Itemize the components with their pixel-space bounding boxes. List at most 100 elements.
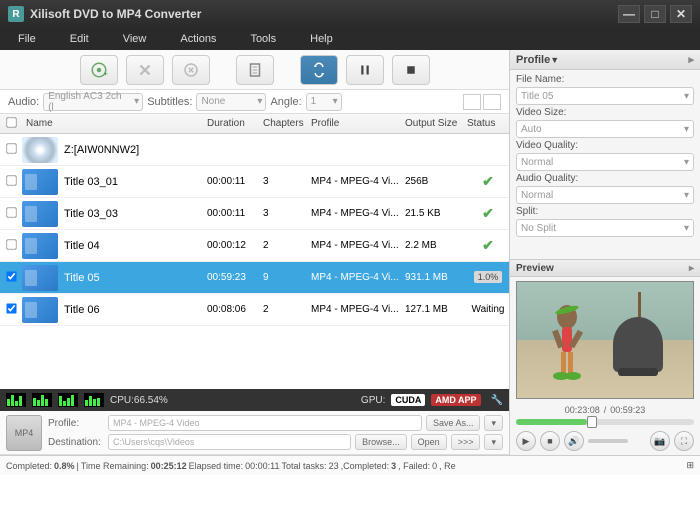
profile-icon: MP4 bbox=[6, 415, 42, 451]
row-name: Z:[AIW0NNW2] bbox=[64, 144, 207, 156]
thumbnail-icon bbox=[22, 297, 58, 323]
character-graphic bbox=[547, 302, 587, 382]
col-chapters[interactable]: Chapters bbox=[263, 118, 311, 129]
select-all-checkbox[interactable] bbox=[6, 117, 16, 127]
menu-help[interactable]: Help bbox=[302, 31, 341, 47]
amd-badge[interactable]: AMD APP bbox=[431, 394, 480, 406]
preview-time: 00:23:08 / 00:59:23 bbox=[510, 403, 700, 417]
nav-button[interactable]: >>> bbox=[451, 434, 481, 450]
col-status[interactable]: Status bbox=[467, 118, 509, 129]
check-icon: ✔ bbox=[482, 205, 494, 221]
row-duration: 00:08:06 bbox=[207, 304, 263, 315]
mute-button[interactable]: 🔊 bbox=[564, 431, 584, 451]
status-expand-icon[interactable]: ⊞ bbox=[686, 460, 694, 471]
row-status: ✔ bbox=[467, 173, 509, 190]
row-checkbox[interactable] bbox=[6, 175, 16, 185]
bell-graphic bbox=[613, 317, 663, 372]
view-grid-button[interactable] bbox=[483, 94, 501, 110]
profile-header[interactable]: Profile▼ ▸ bbox=[510, 50, 700, 70]
clear-button[interactable] bbox=[172, 55, 210, 85]
seek-slider[interactable] bbox=[516, 419, 694, 425]
menu-tools[interactable]: Tools bbox=[242, 31, 284, 47]
audio-select[interactable]: English AC3 2ch (l bbox=[43, 93, 143, 111]
play-button[interactable]: ▶ bbox=[516, 431, 536, 451]
table-row[interactable]: Title 03_0100:00:113MP4 - MPEG-4 Vi...25… bbox=[0, 166, 509, 198]
split-field[interactable]: No Split bbox=[516, 219, 694, 237]
row-checkbox[interactable] bbox=[6, 271, 16, 281]
status-failed: 0 bbox=[432, 461, 437, 471]
row-name: Title 06 bbox=[64, 304, 207, 316]
snapshot-button[interactable]: 📷 bbox=[650, 431, 670, 451]
row-checkbox[interactable] bbox=[6, 207, 16, 217]
check-icon: ✔ bbox=[482, 173, 494, 189]
table-row[interactable]: Z:[AIW0NNW2] bbox=[0, 134, 509, 166]
dest-dropdown-button[interactable]: ▾ bbox=[484, 434, 503, 450]
expand-icon[interactable]: ▸ bbox=[689, 263, 694, 274]
maximize-button[interactable]: □ bbox=[644, 5, 666, 23]
row-name: Title 04 bbox=[64, 240, 207, 252]
row-name: Title 05 bbox=[64, 272, 207, 284]
progress-badge: 1.0% bbox=[474, 271, 503, 283]
menu-actions[interactable]: Actions bbox=[172, 31, 224, 47]
stop-button[interactable] bbox=[392, 55, 430, 85]
close-button[interactable]: ✕ bbox=[670, 5, 692, 23]
row-profile: MP4 - MPEG-4 Vi... bbox=[311, 208, 405, 219]
menu-view[interactable]: View bbox=[115, 31, 155, 47]
expand-icon[interactable]: ▸ bbox=[688, 53, 694, 66]
fullscreen-button[interactable]: ⛶ bbox=[674, 431, 694, 451]
convert-button[interactable] bbox=[300, 55, 338, 85]
videoquality-label: Video Quality: bbox=[516, 140, 694, 151]
row-size: 256B bbox=[405, 176, 467, 187]
dest-label: Destination: bbox=[48, 437, 104, 448]
table-row[interactable]: Title 0600:08:062MP4 - MPEG-4 Vi...127.1… bbox=[0, 294, 509, 326]
angle-select[interactable]: 1 bbox=[306, 93, 342, 111]
videosize-field[interactable]: Auto bbox=[516, 120, 694, 138]
cpu-label: CPU:66.54% bbox=[110, 395, 168, 406]
col-name[interactable]: Name bbox=[22, 118, 207, 129]
menu-file[interactable]: File bbox=[10, 31, 44, 47]
wrench-icon[interactable]: 🔧 bbox=[491, 395, 503, 406]
row-chapters: 3 bbox=[263, 176, 311, 187]
videoquality-field[interactable]: Normal bbox=[516, 153, 694, 171]
dest-field[interactable]: C:\Users\cqs\Videos bbox=[108, 434, 351, 450]
table-row[interactable]: Title 0500:59:239MP4 - MPEG-4 Vi...931.1… bbox=[0, 262, 509, 294]
row-profile: MP4 - MPEG-4 Vi... bbox=[311, 304, 405, 315]
stop-preview-button[interactable]: ■ bbox=[540, 431, 560, 451]
subtitles-select[interactable]: None bbox=[196, 93, 266, 111]
row-profile: MP4 - MPEG-4 Vi... bbox=[311, 272, 405, 283]
col-output-size[interactable]: Output Size bbox=[405, 118, 467, 129]
settings-button[interactable] bbox=[236, 55, 274, 85]
profile-field[interactable]: MP4 - MPEG-4 Video bbox=[108, 415, 422, 431]
file-list: Z:[AIW0NNW2] Title 03_0100:00:113MP4 - MP… bbox=[0, 134, 509, 389]
volume-slider[interactable] bbox=[588, 439, 628, 443]
col-profile[interactable]: Profile bbox=[311, 118, 405, 129]
check-icon: ✔ bbox=[482, 237, 494, 253]
browse-button[interactable]: Browse... bbox=[355, 434, 407, 450]
profile-dropdown-button[interactable]: ▾ bbox=[484, 415, 503, 431]
time-current: 00:23:08 bbox=[565, 405, 600, 415]
table-row[interactable]: Title 0400:00:122MP4 - MPEG-4 Vi...2.2 M… bbox=[0, 230, 509, 262]
table-row[interactable]: Title 03_0300:00:113MP4 - MPEG-4 Vi...21… bbox=[0, 198, 509, 230]
videosize-label: Video Size: bbox=[516, 107, 694, 118]
audio-label: Audio: bbox=[8, 96, 39, 108]
delete-button[interactable] bbox=[126, 55, 164, 85]
col-duration[interactable]: Duration bbox=[207, 118, 263, 129]
row-checkbox[interactable] bbox=[6, 143, 16, 153]
row-checkbox[interactable] bbox=[6, 303, 16, 313]
row-checkbox[interactable] bbox=[6, 239, 16, 249]
row-duration: 00:00:12 bbox=[207, 240, 263, 251]
saveas-button[interactable]: Save As... bbox=[426, 415, 481, 431]
add-disc-button[interactable]: + bbox=[80, 55, 118, 85]
thumbnail-icon bbox=[22, 233, 58, 259]
open-button[interactable]: Open bbox=[411, 434, 447, 450]
preview-image bbox=[516, 281, 694, 399]
menu-edit[interactable]: Edit bbox=[62, 31, 97, 47]
audioquality-field[interactable]: Normal bbox=[516, 186, 694, 204]
row-size: 931.1 MB bbox=[405, 272, 467, 283]
row-name: Title 03_01 bbox=[64, 176, 207, 188]
cuda-badge[interactable]: CUDA bbox=[391, 394, 425, 406]
pause-button[interactable] bbox=[346, 55, 384, 85]
minimize-button[interactable]: — bbox=[618, 5, 640, 23]
filename-field[interactable]: Title 05 bbox=[516, 87, 694, 105]
view-list-button[interactable] bbox=[463, 94, 481, 110]
